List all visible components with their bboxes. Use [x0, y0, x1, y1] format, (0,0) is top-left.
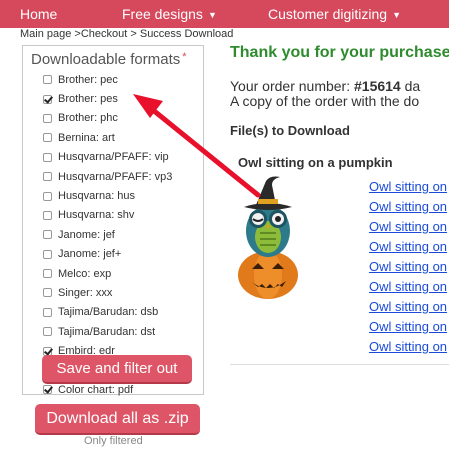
format-option[interactable]: Brother: phc: [43, 109, 203, 128]
download-link-list: Owl sitting on Owl sitting on Owl sitting …: [369, 179, 449, 359]
format-checkbox[interactable]: [43, 94, 52, 104]
format-label: Singer: xxx: [58, 286, 113, 299]
format-label: Tajima/Barudan: dst: [58, 325, 156, 338]
format-label: Bernina: art: [58, 131, 115, 144]
top-nav: Home Free designs ▼ Customer digitizing ▼: [0, 0, 449, 28]
format-option[interactable]: Melco: exp: [43, 264, 203, 283]
format-list: Brother: pec Brother: pes Brother: phc Bern…: [43, 70, 203, 400]
download-link[interactable]: Owl sitting on: [369, 179, 449, 199]
download-link[interactable]: Owl sitting on: [369, 259, 449, 279]
nav-free-designs-label: Free designs: [122, 6, 203, 22]
nav-customer-digitizing-label: Customer digitizing: [268, 6, 388, 22]
order-number-line: Your order number: #15614 da: [230, 78, 420, 94]
save-and-filter-button[interactable]: Save and filter out: [42, 355, 192, 384]
required-mark: *: [182, 51, 187, 63]
format-checkbox[interactable]: [43, 191, 52, 201]
format-checkbox[interactable]: [43, 327, 52, 337]
chevron-down-icon: ▼: [392, 10, 401, 21]
divider: [230, 364, 449, 365]
format-checkbox[interactable]: [43, 75, 52, 85]
thank-you-heading: Thank you for your purchase: [230, 44, 449, 61]
format-label: Janome: jef+: [58, 248, 122, 261]
format-label: Tajima/Barudan: dsb: [58, 306, 159, 319]
format-checkbox[interactable]: [43, 385, 52, 395]
formats-panel: Downloadable formats * Brother: pec Brothe…: [22, 45, 204, 396]
download-all-zip-button[interactable]: Download all as .zip: [35, 404, 200, 435]
format-option[interactable]: Singer: xxx: [43, 283, 203, 302]
format-label: Brother: phc: [58, 112, 118, 125]
order-number: #15614: [354, 78, 401, 94]
download-link[interactable]: Owl sitting on: [369, 199, 449, 219]
download-link[interactable]: Owl sitting on: [369, 239, 449, 259]
format-option[interactable]: Tajima/Barudan: dsb: [43, 303, 203, 322]
order-suffix: da: [400, 78, 421, 94]
order-copy-line: A copy of the order with the do: [230, 93, 420, 109]
format-checkbox[interactable]: [43, 152, 52, 162]
format-checkbox[interactable]: [43, 249, 52, 259]
only-filtered-note: Only filtered: [84, 435, 143, 447]
format-label: Husqvarna: shv: [58, 209, 135, 222]
nav-customer-digitizing[interactable]: Customer digitizing ▼: [268, 6, 401, 22]
format-checkbox[interactable]: [43, 113, 52, 123]
panel-title-text: Downloadable formats: [31, 51, 181, 68]
format-option[interactable]: Husqvarna: hus: [43, 186, 203, 205]
format-label: Janome: jef: [58, 228, 115, 241]
order-prefix: Your order number:: [230, 78, 354, 94]
product-title: Owl sitting on a pumpkin: [238, 155, 393, 170]
download-link[interactable]: Owl sitting on: [369, 299, 449, 319]
download-link[interactable]: Owl sitting on: [369, 279, 449, 299]
format-checkbox[interactable]: [43, 307, 52, 317]
format-label: Melco: exp: [58, 267, 112, 280]
format-label: Brother: pec: [58, 73, 118, 86]
format-option[interactable]: Husqvarna/PFAFF: vip: [43, 148, 203, 167]
format-label: Husqvarna/PFAFF: vp3: [58, 170, 173, 183]
format-checkbox[interactable]: [43, 230, 52, 240]
format-option[interactable]: Janome: jef: [43, 225, 203, 244]
format-option[interactable]: Brother: pes: [43, 89, 203, 108]
download-link[interactable]: Owl sitting on: [369, 339, 449, 359]
download-link[interactable]: Owl sitting on: [369, 319, 449, 339]
format-option[interactable]: Bernina: art: [43, 128, 203, 147]
format-checkbox[interactable]: [43, 210, 52, 220]
format-label: Husqvarna: hus: [58, 190, 136, 203]
format-checkbox[interactable]: [43, 172, 52, 182]
format-label: Husqvarna/PFAFF: vip: [58, 151, 169, 164]
nav-home[interactable]: Home: [20, 6, 57, 22]
download-link[interactable]: Owl sitting on: [369, 219, 449, 239]
format-checkbox[interactable]: [43, 269, 52, 279]
format-label: Brother: pes: [58, 93, 118, 106]
format-option[interactable]: Janome: jef+: [43, 245, 203, 264]
files-heading: File(s) to Download: [230, 123, 350, 138]
format-checkbox[interactable]: [43, 133, 52, 143]
format-option[interactable]: Husqvarna/PFAFF: vp3: [43, 167, 203, 186]
format-option[interactable]: Husqvarna: shv: [43, 206, 203, 225]
breadcrumb: Main page >Checkout > Success Download: [20, 28, 234, 40]
chevron-down-icon: ▼: [207, 10, 217, 21]
format-option[interactable]: Tajima/Barudan: dst: [43, 322, 203, 341]
owl-pumpkin-image: [238, 176, 298, 299]
format-label: Color chart: pdf: [58, 383, 134, 396]
panel-title: Downloadable formats *: [31, 51, 187, 68]
format-checkbox[interactable]: [43, 288, 52, 298]
format-option[interactable]: Brother: pec: [43, 70, 203, 89]
nav-free-designs[interactable]: Free designs ▼: [122, 6, 217, 22]
